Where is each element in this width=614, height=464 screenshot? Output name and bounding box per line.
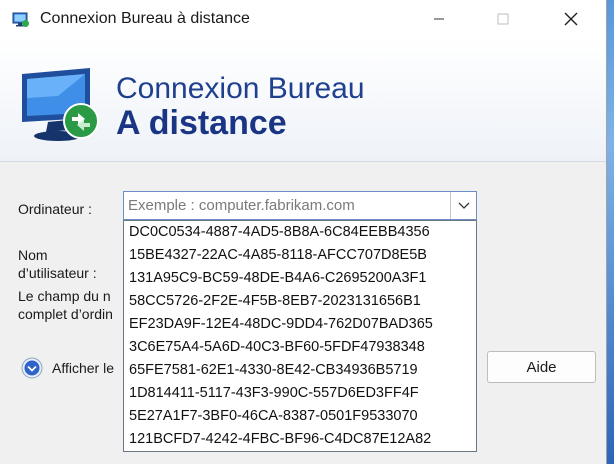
title-bar[interactable]: Connexion Bureau à distance [0,0,606,38]
computer-combobox[interactable] [123,191,477,220]
close-icon [564,12,578,26]
info-text-line2: complet d’ordin [18,306,113,322]
combo-dropdown-button[interactable] [450,192,476,219]
window-title: Connexion Bureau à distance [40,10,250,27]
username-label-line2: d’utilisateur : [18,265,97,281]
maximize-icon [497,13,509,25]
dropdown-option[interactable]: 121BCFD7-4242-4FBC-BF96-C4DC87E12A82 [124,428,476,451]
remote-desktop-window: Connexion Bureau à distance Connexion Bu… [0,0,607,464]
banner-title-line2: A distance [116,104,287,142]
chevron-down-circle-icon[interactable] [21,357,43,379]
dropdown-option[interactable]: DC0C0534-4887-4AD5-8B8A-6C84EEBB4356 [124,221,476,244]
dropdown-option[interactable]: 65FE7581-62E1-4330-8E42-CB34936B5719 [124,359,476,382]
minimize-icon [434,18,444,20]
remote-desktop-monitor-icon [18,66,104,146]
computer-dropdown-list[interactable]: DC0C0534-4887-4AD5-8B8A-6C84EEBB4356 15BE… [123,220,477,452]
dropdown-option[interactable]: 5E27A1F7-3BF0-46CA-8387-0501F9533070 [124,405,476,428]
username-label-line1: Nom [18,247,48,263]
minimize-button[interactable] [404,0,474,38]
computer-label: Ordinateur : [18,201,92,217]
computer-input[interactable] [124,192,452,219]
help-button[interactable]: Aide [487,351,596,383]
header-banner: Connexion Bureau A distance [0,38,606,162]
dropdown-option[interactable]: 131A95C9-BC59-48DE-B4A6-C2695200A3F1 [124,267,476,290]
dropdown-option[interactable]: 1D814411-5117-43F3-990C-557D6ED3FF4F [124,382,476,405]
remote-desktop-icon [12,11,30,29]
info-text-line1: Le champ du n [18,288,111,304]
dropdown-option[interactable]: 3C6E75A4-5A6D-40C3-BF60-5FDF47938348 [124,336,476,359]
banner-title-line1: Connexion Bureau [116,72,365,105]
maximize-button [468,0,538,38]
chevron-down-icon [458,202,469,209]
show-options-toggle[interactable]: Afficher le [52,360,114,376]
dropdown-option[interactable]: 15BE4327-22AC-4A85-8118-AFCC707D8E5B [124,244,476,267]
dropdown-option[interactable]: EF23DA9F-12E4-48DC-9DD4-762D07BAD365 [124,313,476,336]
dropdown-option[interactable]: 58CC5726-2F2E-4F5B-8EB7-2023131656B1 [124,290,476,313]
close-button[interactable] [536,0,606,38]
